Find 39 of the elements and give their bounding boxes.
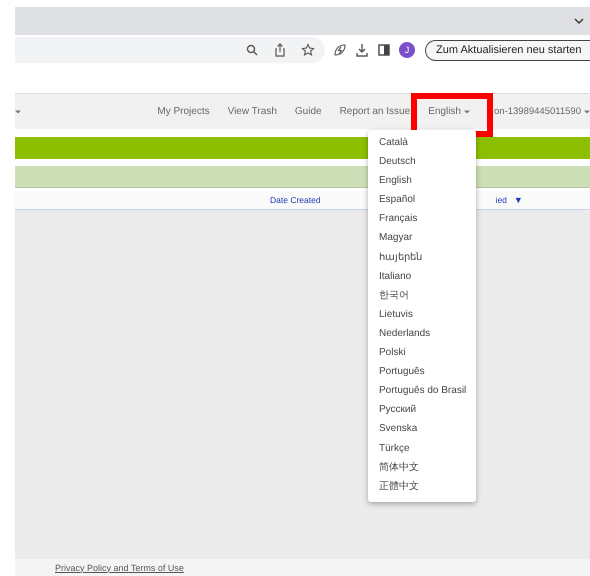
nav-link[interactable]: Report an Issue [340,106,410,117]
profile-avatar[interactable]: J [399,42,415,58]
language-option[interactable]: Italiano [368,266,476,286]
language-option[interactable]: Português [368,362,476,382]
language-option[interactable]: Català [368,133,476,152]
language-option[interactable]: Svenska [368,419,476,438]
column-header[interactable]: ied ▼ [496,195,523,205]
nav-link[interactable]: Guide [294,106,322,117]
nav-link[interactable]: My Projects [157,106,210,117]
language-option[interactable]: Español [368,190,476,210]
language-option[interactable]: Nederlands [368,324,476,344]
language-option[interactable]: 한국어 [368,286,476,305]
side-panel-icon[interactable] [377,43,391,57]
language-option[interactable]: Français [368,209,476,228]
star-icon[interactable] [301,43,315,57]
language-option[interactable]: Русский [368,400,476,420]
language-menu-button[interactable]: English [428,106,470,117]
language-option[interactable]: հայերեն [368,248,476,267]
language-option[interactable]: 正體中文 [368,476,476,496]
lightning-leaf-icon[interactable] [333,43,347,57]
language-option[interactable]: Polski [368,343,476,362]
caret-icon[interactable] [15,108,21,114]
caret-icon [584,108,590,114]
caret-icon [464,108,470,114]
language-option[interactable]: Türkçe [368,438,476,458]
search-icon[interactable] [245,43,259,57]
privacy-link[interactable]: Privacy Policy and Terms of Use [55,562,184,572]
share-icon[interactable] [273,43,287,57]
account-menu-button[interactable]: on-13989445011590 [494,106,590,117]
language-option[interactable]: Português do Brasil [368,381,476,400]
download-icon[interactable] [355,43,369,57]
language-option[interactable]: 简体中文 [368,458,476,477]
column-header[interactable]: Date Created [270,195,321,205]
language-option[interactable]: Magyar [368,228,476,248]
language-option[interactable]: Deutsch [368,152,476,172]
language-option[interactable]: English [368,171,476,190]
nav-link[interactable]: View Trash [228,106,277,117]
update-button[interactable]: Zum Aktualisieren neu starten [425,40,590,60]
language-option[interactable]: Lietuvis [368,304,476,324]
